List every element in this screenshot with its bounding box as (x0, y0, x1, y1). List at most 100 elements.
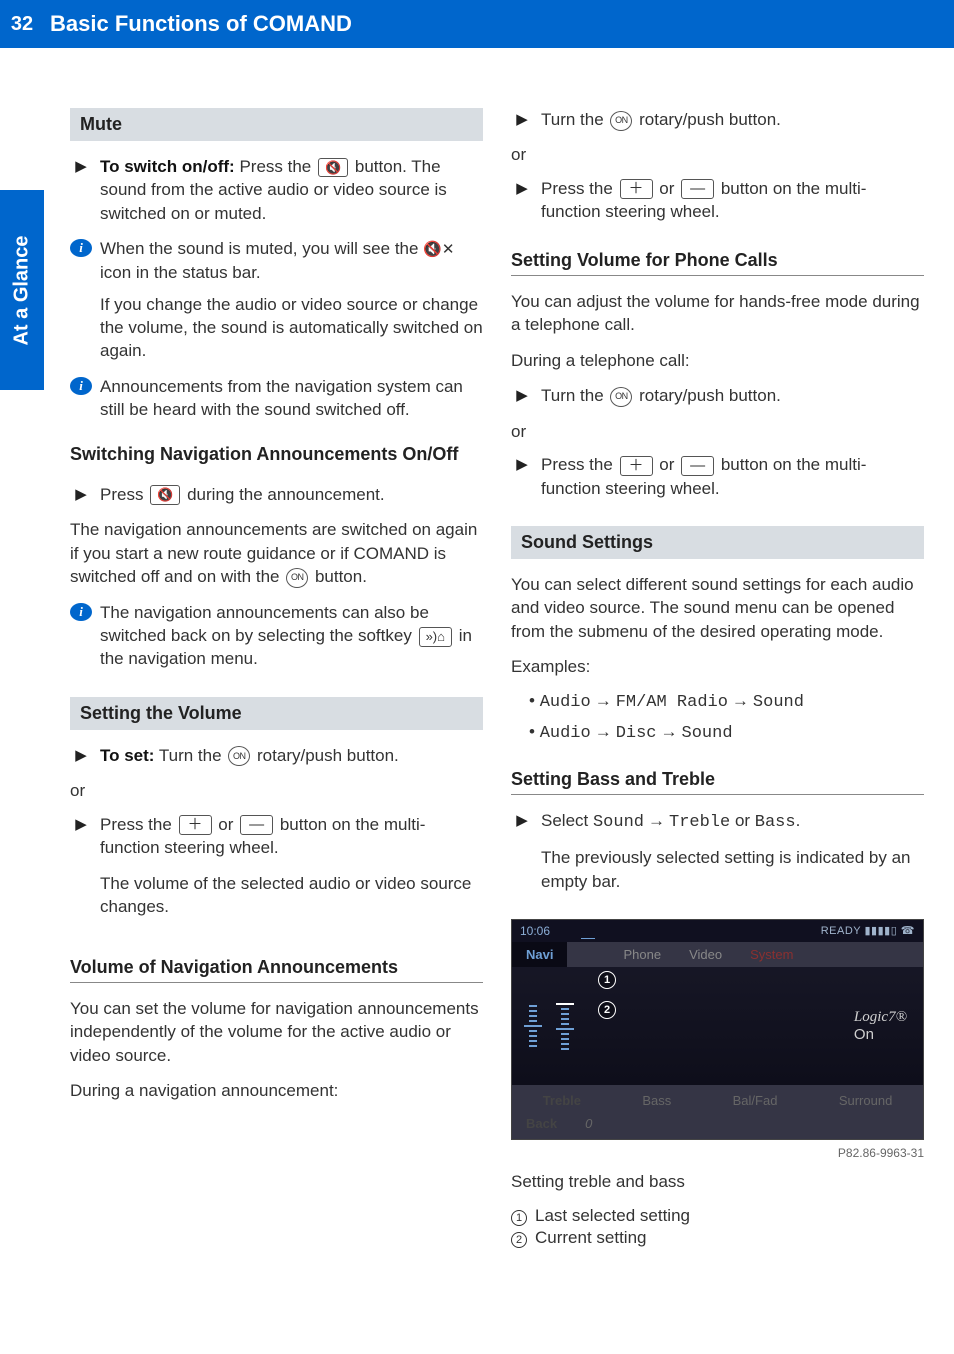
ss-logic7: Logic7® On (854, 1009, 907, 1043)
callout-2-icon: 2 (598, 1001, 616, 1019)
text: The volume of the selected audio or vide… (100, 872, 483, 919)
text: The navigation announcements are switche… (70, 520, 477, 586)
text: or (730, 811, 755, 830)
page-number: 32 (0, 0, 44, 48)
step-lead: To switch on/off: (100, 157, 235, 176)
ss-time: 10:06 (520, 924, 550, 938)
plus-button-icon: ＋ (179, 815, 212, 835)
header-title: Basic Functions of COMAND (50, 7, 352, 41)
heading-mute: Mute (70, 108, 483, 141)
step-marker-icon: ▶ (511, 108, 533, 131)
ss-bass: Bass (628, 1089, 685, 1112)
ss-tab-video: Video (675, 942, 736, 967)
example-path-2: • Audio→Disc→Sound (529, 722, 924, 743)
text: Last selected setting (535, 1206, 690, 1226)
path-seg: Audio (540, 693, 591, 712)
text: During a telephone call: (511, 349, 924, 372)
ss-tabs: Navi Phone Video System (512, 942, 923, 967)
text: You can set the volume for navigation an… (70, 997, 483, 1067)
text: The navigation announcements can also be… (100, 603, 429, 645)
on-button-icon: ON (228, 746, 250, 766)
info-icon: i (70, 603, 92, 621)
text: icon in the status bar. (100, 263, 261, 282)
text: rotary/push button. (634, 110, 780, 129)
ss-tab-phone: Phone (609, 942, 675, 967)
text: On (854, 1026, 907, 1043)
text: or (655, 455, 680, 474)
text: Turn the (154, 746, 226, 765)
text: rotary/push button. (252, 746, 398, 765)
step-marker-icon: ▶ (70, 483, 92, 506)
legend-2: 2 Current setting (511, 1228, 924, 1248)
ss-bottom-bar: Treble Bass Bal/Fad Surround Back 0 (512, 1085, 923, 1139)
text: You can adjust the volume for hands-free… (511, 290, 924, 337)
or-text: or (70, 779, 483, 802)
text: You can select different sound settings … (511, 573, 924, 643)
text: Press the (541, 455, 618, 474)
text: or (214, 815, 239, 834)
on-button-icon: ON (610, 387, 632, 407)
step-marker-icon: ▶ (70, 744, 92, 767)
plus-button-icon: ＋ (620, 456, 653, 476)
ss-tab-navi: Navi (512, 942, 567, 967)
right-column: ▶ Turn the ON rotary/push button. or ▶ P… (511, 108, 924, 1250)
text: . (796, 811, 801, 830)
ss-tab-system: System (736, 942, 807, 967)
step-phone-turn: ▶ Turn the ON rotary/push button. (511, 384, 924, 407)
path-seg: Disc (616, 724, 657, 743)
info-muted-icon: i When the sound is muted, you will see … (70, 237, 483, 363)
text: Announcements from the navigation system… (100, 377, 463, 419)
path-seg: Bass (755, 813, 796, 832)
step-marker-icon: ▶ (70, 813, 92, 931)
or-text: or (511, 143, 924, 166)
heading-sound-settings: Sound Settings (511, 526, 924, 559)
step-marker-icon: ▶ (511, 809, 533, 905)
path-seg: Treble (669, 813, 730, 832)
nav-softkey-icon: »)⌂ (419, 627, 452, 647)
minus-button-icon: — (240, 815, 273, 835)
minus-button-icon: — (681, 456, 714, 476)
legend-num-icon: 1 (511, 1210, 527, 1226)
content-area: Mute ▶ To switch on/off: Press the 🔇 but… (0, 48, 954, 1270)
ss-back: Back (512, 1112, 571, 1135)
info-nav-announce: i Announcements from the navigation syst… (70, 375, 483, 422)
side-tab: At a Glance (0, 190, 44, 390)
figure-code: P82.86-9963-31 (511, 1146, 924, 1160)
ss-bass-scale (556, 975, 574, 1077)
header-bar: 32 Basic Functions of COMAND (0, 0, 954, 48)
ss-surround: Surround (825, 1089, 906, 1112)
text: Turn the (541, 386, 608, 405)
ss-treble: Treble (529, 1089, 595, 1112)
example-path-1: • Audio→FM/AM Radio→Sound (529, 691, 924, 712)
on-button-icon: ON (286, 568, 308, 588)
step-marker-icon: ▶ (70, 155, 92, 225)
comand-screenshot: 10:06 READY ▮▮▮▮▯ ☎ Navi Phone Video Sys… (511, 919, 924, 1140)
text: Press the (235, 157, 316, 176)
step-phone-press: ▶ Press the ＋ or — button on the multi-f… (511, 453, 924, 500)
plus-button-icon: ＋ (620, 179, 653, 199)
side-tab-label: At a Glance (11, 235, 34, 345)
ss-main: 1 2 Logic7® On (512, 967, 923, 1085)
heading-phone-volume: Setting Volume for Phone Calls (511, 250, 924, 276)
figure-caption: Setting treble and bass (511, 1170, 924, 1193)
ss-zero: 0 (571, 1112, 606, 1135)
path-seg: Sound (682, 724, 733, 743)
text: Select (541, 811, 593, 830)
callout-1-icon: 1 (598, 971, 616, 989)
text: When the sound is muted, you will see th… (100, 239, 423, 258)
path-seg: Sound (593, 813, 644, 832)
heading-setting-volume: Setting the Volume (70, 697, 483, 730)
step-nav-press: ▶ Press 🔇 during the announcement. (70, 483, 483, 506)
ss-ready: READY ▮▮▮▮▯ ☎ (821, 924, 915, 938)
text: button. (310, 567, 367, 586)
path-seg: Audio (540, 724, 591, 743)
minus-button-icon: — (681, 179, 714, 199)
text: during the announcement. (182, 485, 384, 504)
text: rotary/push button. (634, 386, 780, 405)
mute-status-icon: 🔇✕ (423, 241, 454, 258)
text: or (655, 179, 680, 198)
step-lead: To set: (100, 746, 154, 765)
legend-num-icon: 2 (511, 1232, 527, 1248)
heading-nav-announce: Switching Navigation Announcements On/Of… (70, 444, 483, 469)
step-volume-set: ▶ To set: Turn the ON rotary/push button… (70, 744, 483, 767)
